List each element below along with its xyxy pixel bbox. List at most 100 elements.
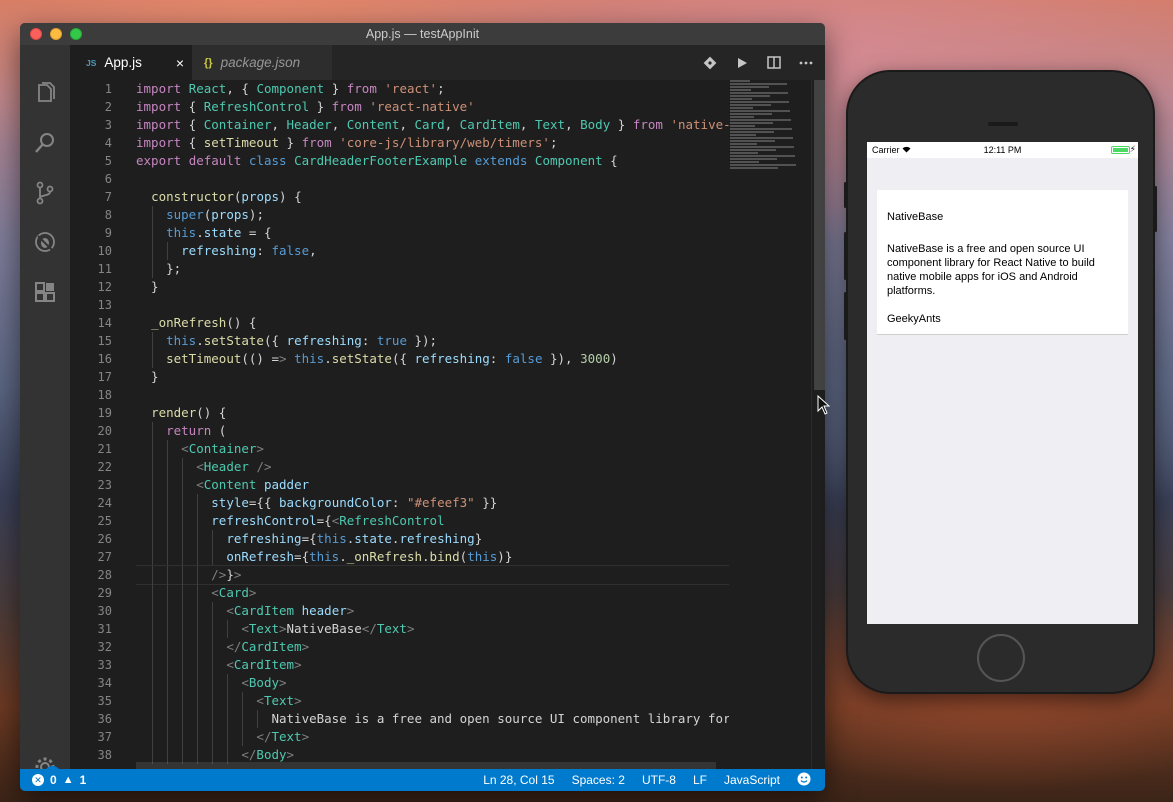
scrollbar-thumb[interactable] [814,80,825,390]
line-number-gutter: 1 2 3 4 5 6 7 8 9 10 11 12 13 14 15 16 17 18 19 20 21 22 23 24 2… [70,80,128,764]
code-line[interactable]: export default class CardHeaderFooterExa… [136,152,729,170]
code-editor[interactable]: 1 2 3 4 5 6 7 8 9 10 11 12 13 14 15 16 17 18 19 20 21 22 23 24 2… [70,80,825,769]
minimize-window-button[interactable] [50,28,62,40]
line-number: 2 [104,100,112,114]
indent-guide [167,584,168,602]
code-line[interactable]: refreshControl={<RefreshControl [136,512,729,530]
horizontal-scrollbar[interactable] [136,762,716,769]
indent-guide [152,602,153,620]
code-line[interactable] [136,386,729,404]
open-changes-icon[interactable] [701,54,719,72]
code-line[interactable] [136,170,729,188]
indent-guide [167,566,168,584]
code-line[interactable]: import { Container, Header, Content, Car… [136,116,729,134]
code-line[interactable]: <Body> [136,674,729,692]
debug-icon[interactable] [33,230,57,254]
line-number: 6 [104,172,112,186]
line-number: 36 [97,712,112,726]
language-mode[interactable]: JavaScript [724,773,780,787]
code-line[interactable]: onRefresh={this._onRefresh.bind(this)} [136,548,729,566]
code-line[interactable]: import { setTimeout } from 'core-js/libr… [136,134,729,152]
title-bar: App.js — testAppInit [20,23,825,45]
indent-guide [182,458,183,476]
code-line[interactable]: import { RefreshControl } from 'react-na… [136,98,729,116]
maximize-window-button[interactable] [70,28,82,40]
code-line[interactable]: return ( [136,422,729,440]
code-line[interactable]: super(props); [136,206,729,224]
indent-guide [152,332,153,350]
more-actions-icon[interactable] [797,54,815,72]
indent-guide [197,530,198,548]
code-line[interactable]: render() { [136,404,729,422]
volume-up-button [844,232,847,280]
problems-indicator[interactable]: ✕ 0 ▲ 1 [32,773,86,787]
indent-guide [197,620,198,638]
code-line[interactable]: NativeBase is a free and open source UI … [136,710,729,728]
card: NativeBase NativeBase is a free and open… [877,190,1128,335]
code-line[interactable]: import React, { Component } from 'react'… [136,80,729,98]
code-line[interactable]: <Content padder [136,476,729,494]
card-footer: GeekyAnts [887,313,941,325]
split-editor-icon[interactable] [765,54,783,72]
code-line[interactable]: }; [136,260,729,278]
close-window-button[interactable] [30,28,42,40]
file-encoding[interactable]: UTF-8 [642,773,676,787]
indent-guide [227,674,228,692]
code-line[interactable]: _onRefresh() { [136,314,729,332]
indent-guide [197,710,198,728]
indent-guide [212,692,213,710]
code-line[interactable]: <CardItem> [136,656,729,674]
run-icon[interactable] [733,54,751,72]
code-line[interactable]: refreshing: false, [136,242,729,260]
search-icon[interactable] [33,131,57,155]
home-button[interactable] [977,634,1025,682]
code-line[interactable]: <Text>NativeBase</Text> [136,620,729,638]
code-line[interactable]: />}> [136,565,729,585]
code-line[interactable]: <Text> [136,692,729,710]
indent-guide [152,242,153,260]
close-icon[interactable]: × [176,55,184,71]
code-area[interactable]: import React, { Component } from 'react'… [136,80,729,764]
indentation[interactable]: Spaces: 2 [572,773,625,787]
indent-guide [152,224,153,242]
phone-screen[interactable]: Carrier 12:11 PM ⚡ NativeBase NativeBase… [867,142,1138,624]
code-line[interactable]: constructor(props) { [136,188,729,206]
minimap[interactable] [730,80,810,180]
cursor-position[interactable]: Ln 28, Col 15 [483,773,554,787]
indent-guide [167,530,168,548]
line-number: 37 [97,730,112,744]
code-line[interactable]: style={{ backgroundColor: "#efeef3" }} [136,494,729,512]
code-line[interactable] [136,296,729,314]
code-line[interactable]: refreshing={this.state.refreshing} [136,530,729,548]
line-number: 27 [97,550,112,564]
tab-app-js[interactable]: JS App.js × [70,45,192,80]
tab-package-json[interactable]: {} package.json [192,45,332,80]
indent-guide [227,710,228,728]
code-line[interactable]: <Card> [136,584,729,602]
indent-guide [167,548,168,566]
code-line[interactable]: <Container> [136,440,729,458]
extensions-icon[interactable] [33,280,57,304]
indent-guide [182,710,183,728]
tab-label: App.js [104,55,142,70]
code-line[interactable]: <CardItem header> [136,602,729,620]
explorer-icon[interactable] [33,82,57,106]
code-line[interactable]: this.state = { [136,224,729,242]
source-control-icon[interactable] [33,181,57,205]
code-line[interactable]: <Header /> [136,458,729,476]
error-count: 0 [50,773,57,787]
code-line[interactable]: } [136,368,729,386]
code-line[interactable]: } [136,278,729,296]
indent-guide [167,476,168,494]
window-controls [30,28,82,40]
smiley-feedback-icon[interactable] [797,772,811,789]
line-endings[interactable]: LF [693,773,707,787]
indent-guide [242,728,243,746]
activity-bar: 1 [20,45,70,783]
warning-icon: ▲ [62,774,74,786]
code-line[interactable]: </CardItem> [136,638,729,656]
code-line[interactable]: </Text> [136,728,729,746]
vertical-scrollbar[interactable] [811,80,825,769]
code-line[interactable]: this.setState({ refreshing: true }); [136,332,729,350]
code-line[interactable]: setTimeout(() => this.setState({ refresh… [136,350,729,368]
